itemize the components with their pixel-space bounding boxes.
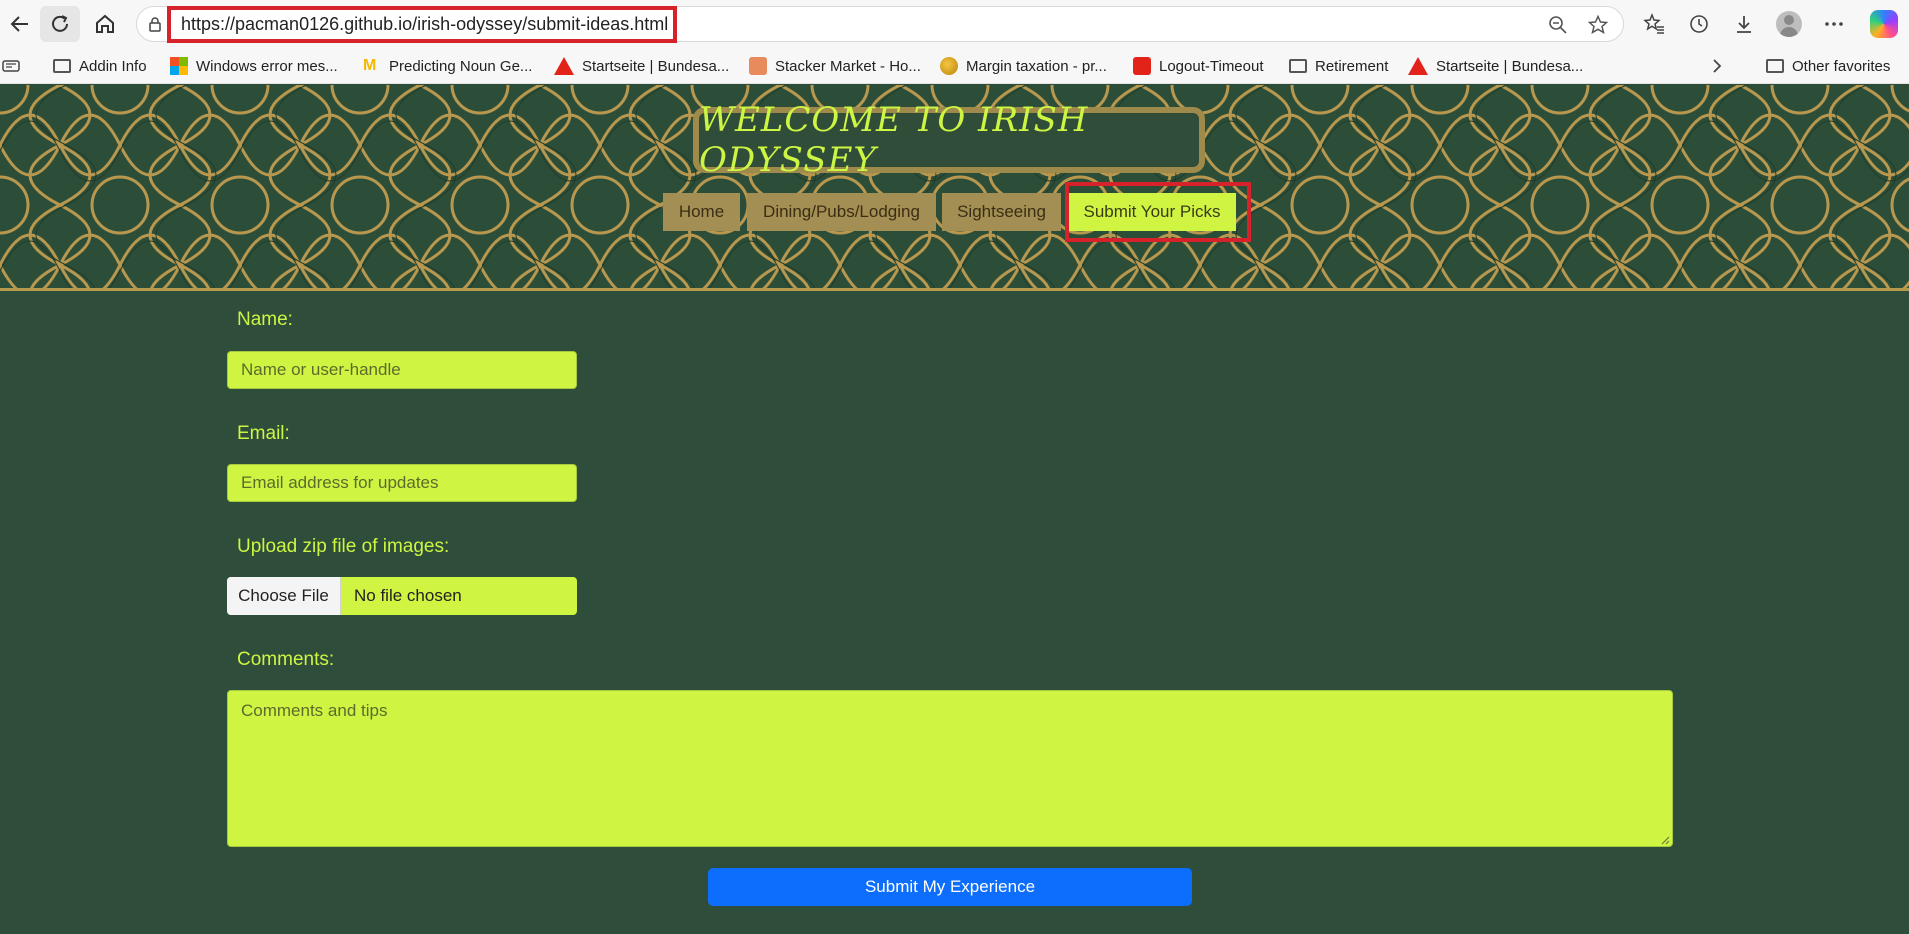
bookmark-item[interactable]: Addin Info	[53, 55, 147, 77]
bookmark-item[interactable]: Logout-Timeout	[1133, 55, 1264, 77]
name-input[interactable]	[227, 351, 577, 389]
arbeitsagentur-icon	[1408, 57, 1428, 75]
bookmark-label: Addin Info	[79, 57, 147, 75]
back-icon[interactable]	[0, 6, 40, 42]
bookmark-item[interactable]: Stacker Market - Ho...	[749, 55, 921, 77]
bookmark-label: Startseite | Bundesa...	[582, 57, 730, 75]
favorites-icon[interactable]	[1640, 10, 1668, 38]
file-upload-input[interactable]: Choose File No file chosen	[227, 577, 577, 615]
bookmark-item[interactable]: Windows error mes...	[170, 55, 338, 77]
bookmark-label: Stacker Market - Ho...	[775, 57, 921, 75]
margin-icon	[940, 57, 958, 75]
highlight-box	[1065, 182, 1251, 242]
email-input[interactable]	[227, 464, 577, 502]
address-bar[interactable]: https://pacman0126.github.io/irish-odyss…	[136, 6, 1624, 43]
nav-home[interactable]: Home	[663, 193, 740, 231]
lock-icon[interactable]	[147, 16, 163, 32]
browser-toolbar: https://pacman0126.github.io/irish-odyss…	[0, 0, 1909, 48]
bookmark-item[interactable]: Margin taxation - pr...	[940, 55, 1107, 77]
profile-icon[interactable]	[1776, 11, 1802, 37]
submit-button[interactable]: Submit My Experience	[708, 868, 1192, 906]
resize-grip-icon[interactable]	[1660, 835, 1670, 845]
celtic-banner: WELCOME TO IRISH ODYSSEY Home Dining/Pub…	[0, 85, 1909, 291]
zoom-icon[interactable]	[1547, 14, 1569, 36]
bookmark-label: Windows error mes...	[196, 57, 338, 75]
star-icon[interactable]	[1587, 14, 1609, 36]
site-title-box: WELCOME TO IRISH ODYSSEY	[693, 100, 1205, 180]
other-favorites-label: Other favorites	[1792, 57, 1891, 75]
history-icon[interactable]	[1685, 10, 1713, 38]
stacker-icon	[749, 57, 767, 75]
bookmarks-bar: Addin Info Windows error mes... M Predic…	[0, 48, 1909, 84]
bookmark-label: Startseite | Bundesa...	[1436, 57, 1584, 75]
upload-label: Upload zip file of images:	[237, 536, 450, 557]
bookmark-label: Logout-Timeout	[1159, 57, 1264, 75]
download-icon[interactable]	[1730, 10, 1758, 38]
bookmark-label: Margin taxation - pr...	[966, 57, 1107, 75]
choose-file-button[interactable]: Choose File	[227, 577, 341, 615]
bookmark-item[interactable]: Startseite | Bundesa...	[554, 55, 729, 77]
folder-icon	[1289, 59, 1307, 73]
email-label: Email:	[237, 423, 290, 444]
folder-icon	[1766, 59, 1784, 73]
nav-sightseeing[interactable]: Sightseeing	[942, 193, 1061, 231]
bookmark-item[interactable]: M Predicting Noun Ge...	[363, 55, 532, 77]
copilot-icon[interactable]	[1870, 10, 1898, 38]
bookmark-label: Predicting Noun Ge...	[389, 57, 533, 75]
folder-icon	[53, 59, 71, 73]
page-title: WELCOME TO IRISH ODYSSEY	[699, 100, 1089, 180]
arbeitsagentur-icon	[554, 57, 574, 75]
comments-label: Comments:	[237, 649, 335, 670]
nav-label: Sightseeing	[957, 202, 1046, 221]
bookmark-item[interactable]: Startseite | Bundesa...	[1408, 55, 1583, 77]
bookmark-item[interactable]: Retirement	[1289, 55, 1388, 77]
other-favorites[interactable]: Other favorites	[1766, 55, 1890, 77]
name-label: Name:	[237, 309, 293, 330]
page-content: WELCOME TO IRISH ODYSSEY Home Dining/Pub…	[0, 85, 1909, 934]
chevron-right-icon[interactable]	[1710, 55, 1724, 77]
nav-label: Dining/Pubs/Lodging	[763, 202, 920, 221]
refresh-icon[interactable]	[40, 6, 80, 42]
sparkasse-icon	[1133, 57, 1151, 75]
bookmark-label: Retirement	[1315, 57, 1389, 75]
nav-label: Home	[678, 202, 725, 221]
nav-dining[interactable]: Dining/Pubs/Lodging	[747, 193, 936, 231]
more-icon[interactable]	[1820, 10, 1848, 38]
comments-textarea[interactable]	[227, 690, 1673, 847]
file-status: No file chosen	[354, 586, 462, 605]
url-text[interactable]: https://pacman0126.github.io/irish-odyss…	[167, 6, 677, 43]
home-icon[interactable]	[85, 6, 125, 42]
microsoft-icon	[170, 57, 188, 75]
michigan-icon: M	[363, 57, 377, 74]
tab-actions-icon[interactable]	[2, 55, 20, 77]
